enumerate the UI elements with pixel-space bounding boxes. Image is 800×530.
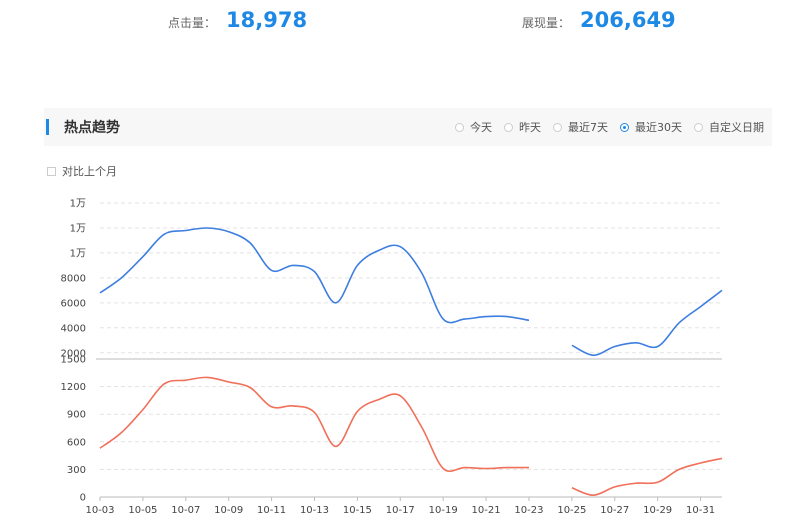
y-tick-label: 8000: [61, 273, 86, 284]
views-stat: 展现量： 206,649: [522, 8, 676, 32]
x-tick-label: 10-29: [643, 505, 672, 516]
y-tick-label: 6000: [61, 298, 86, 309]
x-tick-label: 10-07: [171, 505, 200, 516]
option-today-label: 今天: [470, 121, 492, 134]
x-tick-label: 10-27: [600, 505, 629, 516]
clicks-label: 点击量：: [168, 16, 217, 30]
radio-icon: [504, 122, 513, 132]
series-line-blue: [571, 289, 723, 357]
option-last-30-days[interactable]: 最近30天: [620, 119, 682, 135]
x-tick-label: 10-25: [557, 505, 586, 516]
trend-title: 热点趋势: [64, 120, 120, 136]
x-tick-label: 10-03: [85, 505, 114, 516]
option-last-30-days-label: 最近30天: [635, 121, 682, 134]
y-tick-label: 0: [80, 493, 86, 504]
x-tick-label: 10-09: [214, 505, 243, 516]
radio-icon: [455, 122, 464, 132]
y-tick-label: 1万: [70, 223, 86, 234]
x-tick-label: 10-31: [686, 505, 715, 516]
x-tick-label: 10-13: [300, 505, 329, 516]
views-label: 展现量：: [522, 16, 571, 30]
accent-bar: [46, 119, 49, 135]
x-tick-label: 10-23: [514, 505, 543, 516]
y-tick-label: 1200: [61, 382, 86, 393]
radio-selected-icon: [620, 122, 629, 132]
radio-icon: [694, 122, 703, 132]
option-yesterday-label: 昨天: [519, 121, 541, 134]
compare-label: 对比上个月: [62, 165, 117, 178]
y-tick-label: 4000: [61, 323, 86, 334]
series-line-red: [571, 457, 723, 497]
option-last-7-days[interactable]: 最近7天: [553, 119, 608, 135]
series-line-red: [99, 376, 530, 472]
clicks-stat: 点击量： 18,978: [168, 8, 307, 32]
x-tick-label: 10-19: [429, 505, 458, 516]
y-tick-label: 900: [67, 410, 86, 421]
y-tick-label: 1万: [70, 199, 86, 210]
checkbox-icon: [47, 166, 56, 176]
views-value: 206,649: [580, 8, 676, 32]
compare-last-month-checkbox[interactable]: 对比上个月: [47, 163, 117, 179]
option-today[interactable]: 今天: [455, 119, 492, 135]
option-yesterday[interactable]: 昨天: [504, 119, 541, 135]
x-tick-label: 10-05: [128, 505, 157, 516]
trend-chart: 1万1万1万8000600040002000150012009006003000…: [61, 199, 723, 516]
radio-icon: [553, 122, 562, 132]
y-tick-label: 1500: [61, 355, 86, 366]
x-tick-label: 10-11: [257, 505, 286, 516]
clicks-value: 18,978: [226, 8, 308, 32]
option-last-7-days-label: 最近7天: [568, 121, 608, 134]
x-tick-label: 10-21: [472, 505, 501, 516]
x-tick-label: 10-17: [386, 505, 415, 516]
y-tick-label: 600: [67, 437, 86, 448]
trend-header: 热点趋势 今天 昨天 最近7天 最近30天 自定义日期: [44, 108, 772, 146]
y-tick-label: 1万: [70, 248, 86, 259]
option-custom-date[interactable]: 自定义日期: [694, 119, 764, 135]
date-range-options: 今天 昨天 最近7天 最近30天 自定义日期: [443, 119, 764, 135]
x-tick-label: 10-15: [343, 505, 372, 516]
series-line-blue: [99, 227, 530, 324]
y-tick-label: 300: [67, 465, 86, 476]
option-custom-date-label: 自定义日期: [709, 121, 764, 134]
